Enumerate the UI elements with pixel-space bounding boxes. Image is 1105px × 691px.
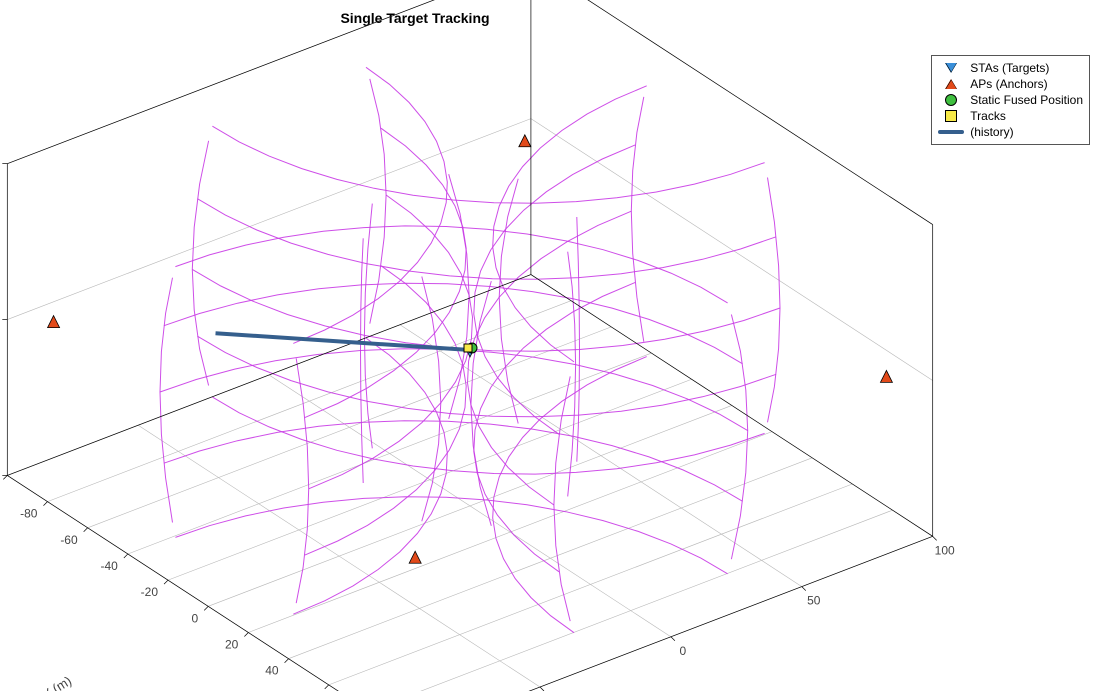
figure: Single Target Tracking STAs (Targets) AP… (0, 0, 1105, 691)
svg-text:-40: -40 (100, 559, 118, 573)
svg-text:0: 0 (680, 644, 687, 658)
svg-text:20: 20 (225, 638, 239, 652)
svg-text:40: 40 (265, 664, 279, 678)
svg-text:100: 100 (935, 543, 955, 557)
svg-text:50: 50 (807, 594, 821, 608)
svg-text:0: 0 (192, 611, 199, 625)
svg-text:-20: -20 (141, 585, 159, 599)
svg-text:-80: -80 (20, 507, 38, 521)
svg-text:-60: -60 (60, 533, 78, 547)
svg-text:Y (m): Y (m) (39, 673, 74, 691)
axes-3d[interactable]: -100-50050100X (m)-100-80-60-40-20020406… (0, 0, 1105, 691)
